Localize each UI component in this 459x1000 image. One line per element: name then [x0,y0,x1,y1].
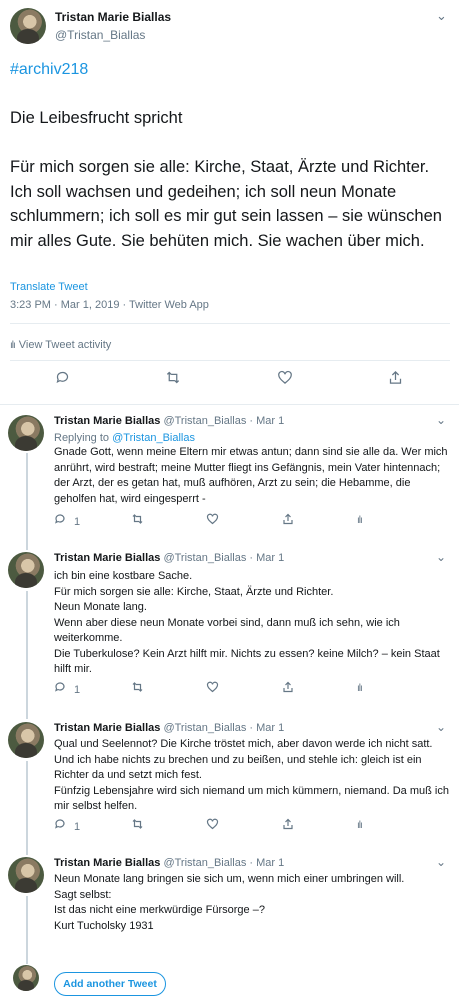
retweet-icon[interactable] [131,513,144,529]
reply-button[interactable]: 1 [54,513,80,530]
like-icon[interactable] [277,370,293,388]
reply-count: 1 [74,516,81,528]
add-another-tweet-button[interactable]: Add another Tweet [54,972,166,996]
analytics-icon[interactable]: ılı [357,818,363,834]
avatar[interactable] [8,552,44,588]
reply-text: Gnade Gott, wenn meine Eltern mir etwas … [54,446,451,505]
share-icon[interactable] [388,370,403,388]
reply-header: Tristan Marie Biallas @Tristan_Biallas ·… [54,415,284,427]
handle-and-date[interactable]: @Tristan_Biallas · Mar 1 [163,857,284,869]
tweet-activity-link[interactable]: ılı View Tweet activity [10,339,111,351]
analytics-icon[interactable]: ılı [357,513,363,529]
analytics-icon[interactable]: ılı [357,681,363,697]
like-icon[interactable] [206,513,219,529]
hashtag-link[interactable]: #archiv218 [10,61,88,79]
display-name[interactable]: Tristan Marie Biallas [55,10,171,24]
retweet-icon[interactable] [165,370,181,388]
chevron-down-icon[interactable]: ⌄ [436,855,446,869]
share-icon[interactable] [282,818,294,834]
main-tweet: Tristan Marie Biallas @Tristan_Biallas ⌄… [0,0,459,405]
display-name[interactable]: Tristan Marie Biallas [54,415,160,427]
reply-actions: 1 ılı [54,513,363,530]
divider [10,323,450,324]
reply-count: 1 [74,684,81,696]
handle-and-date[interactable]: @Tristan_Biallas · Mar 1 [163,552,284,564]
replying-to: Replying to @Tristan_Biallas [54,432,195,444]
reply-text: Neun Monate lang bringen sie sich um, we… [54,873,405,932]
avatar[interactable] [8,857,44,893]
tweet-actions [0,370,459,394]
handle-and-date[interactable]: @Tristan_Biallas · Mar 1 [163,722,284,734]
avatar[interactable] [8,722,44,758]
tweet-activity-label: View Tweet activity [18,339,112,351]
chevron-down-icon[interactable]: ⌄ [436,550,446,564]
replying-to-label: Replying to [54,432,113,444]
like-icon[interactable] [206,681,219,697]
divider [0,404,459,405]
tweet-timestamp[interactable]: 3:23 PM · Mar 1, 2019 · Twitter Web App [10,299,209,311]
reply-icon[interactable] [55,370,70,388]
like-icon[interactable] [206,818,219,834]
reply-text: ich bin eine kostbare Sache. Für mich so… [54,570,440,675]
divider [10,360,450,361]
display-name[interactable]: Tristan Marie Biallas [54,552,160,564]
display-name[interactable]: Tristan Marie Biallas [54,722,160,734]
chevron-down-icon[interactable]: ⌄ [436,720,446,734]
share-icon[interactable] [282,513,294,529]
reply-button[interactable]: 1 [54,818,80,835]
chevron-down-icon[interactable]: ⌄ [436,413,446,427]
analytics-icon: ılı [10,340,16,351]
reply-header: Tristan Marie Biallas @Tristan_Biallas ·… [54,857,284,869]
avatar[interactable] [8,415,44,451]
reply-tweet[interactable]: Tristan Marie Biallas @Tristan_Biallas ·… [0,718,459,850]
chevron-down-icon[interactable]: ⌄ [436,8,447,24]
avatar [13,965,39,991]
user-handle[interactable]: @Tristan_Biallas [55,28,145,42]
handle-and-date[interactable]: @Tristan_Biallas · Mar 1 [163,415,284,427]
reply-tweet[interactable]: Tristan Marie Biallas @Tristan_Biallas ·… [0,853,459,961]
retweet-icon[interactable] [131,681,144,697]
reply-tweet[interactable]: Tristan Marie Biallas @Tristan_Biallas ·… [0,411,459,543]
reply-header: Tristan Marie Biallas @Tristan_Biallas ·… [54,552,284,564]
reply-header: Tristan Marie Biallas @Tristan_Biallas ·… [54,722,284,734]
reply-tweet[interactable]: Tristan Marie Biallas @Tristan_Biallas ·… [0,548,459,714]
reply-actions: 1 ılı [54,818,363,835]
translate-tweet-link[interactable]: Translate Tweet [10,281,88,293]
replying-to-handle[interactable]: @Tristan_Biallas [112,432,195,444]
reply-text: Qual und Seelennot? Die Kirche tröstet m… [54,738,449,812]
tweet-text: Die Leibesfrucht spricht Für mich sorgen… [10,109,442,250]
reply-button[interactable]: 1 [54,681,80,698]
avatar[interactable] [10,8,46,44]
display-name[interactable]: Tristan Marie Biallas [54,857,160,869]
reply-actions: 1 ılı [54,681,363,698]
share-icon[interactable] [282,681,294,697]
reply-count: 1 [74,821,81,833]
retweet-icon[interactable] [131,818,144,834]
